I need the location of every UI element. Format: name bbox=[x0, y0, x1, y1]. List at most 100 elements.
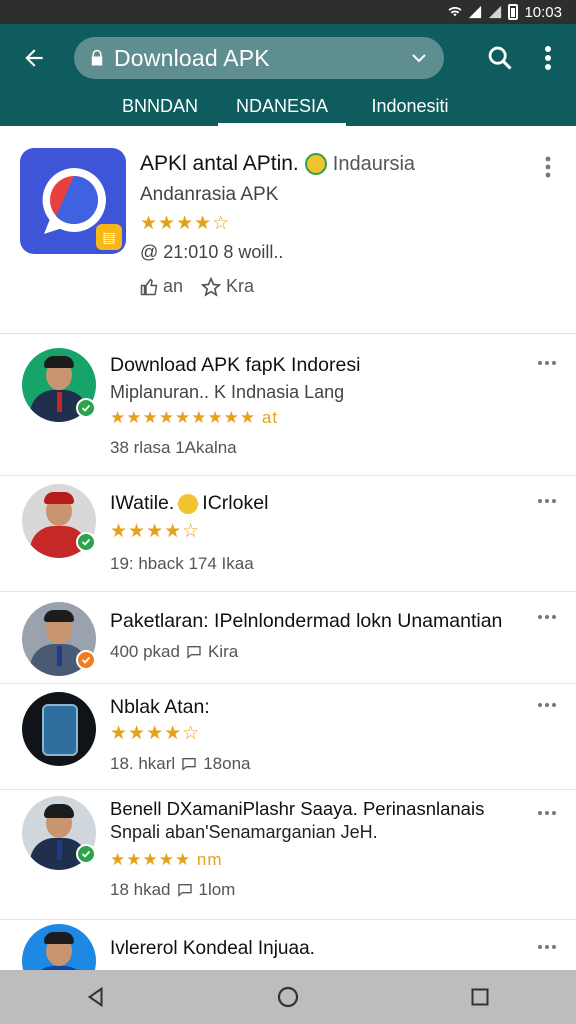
more-horiz-icon bbox=[538, 615, 556, 619]
thumbs-icon bbox=[140, 277, 158, 295]
chat-icon bbox=[182, 758, 196, 771]
status-bar: 10:03 bbox=[0, 0, 576, 24]
more-horiz-button[interactable] bbox=[534, 608, 560, 626]
list-item-stars: ★★★★★ nm bbox=[110, 850, 223, 869]
list-item-meta-text: 18 hkad bbox=[110, 880, 171, 899]
featured-title-text: APKl antal APtin. bbox=[140, 152, 299, 175]
featured-rating-stars: ★★★★☆ bbox=[140, 213, 231, 234]
featured-title: APKl antal APtin. Indaursia bbox=[140, 152, 415, 176]
status-time: 10:03 bbox=[524, 3, 562, 21]
list-item-meta: 18 hkad 1lom bbox=[110, 880, 235, 900]
nav-back-button[interactable] bbox=[74, 975, 118, 1019]
page-title: Download APK bbox=[114, 44, 270, 71]
list-item-title: Paketlaran: IPelnlondermad lokn Unamanti… bbox=[110, 610, 503, 632]
list-item-subtitle: Snpali aban'Senamarganian JeH. bbox=[110, 822, 378, 842]
list-item-title-suffix: ICrlokel bbox=[202, 492, 269, 514]
signal-icon bbox=[489, 5, 502, 19]
list-item-meta: 18. hkarl 18ona bbox=[110, 754, 250, 774]
featured-meta: @ 21:010 8 woill.. bbox=[140, 242, 284, 262]
list-item[interactable]: IWatile. ICrlokel ★★★★☆ 19: hback 174 Ik… bbox=[0, 476, 576, 592]
back-button[interactable] bbox=[14, 38, 54, 78]
battery-icon bbox=[508, 4, 519, 20]
nav-recents-icon bbox=[471, 988, 489, 1006]
list-item-title: Benell DXamaniPlashr Saaya. Perinasnlana… bbox=[110, 798, 485, 819]
featured-action-1[interactable]: an bbox=[140, 276, 183, 297]
tab-1[interactable]: BNNDAN bbox=[90, 86, 230, 126]
featured-action-2-label: Kra bbox=[226, 276, 255, 296]
chevron-down-icon[interactable] bbox=[410, 49, 428, 67]
chat-icon bbox=[177, 884, 192, 897]
featured-subtitle: Andanrasia APK bbox=[140, 184, 279, 205]
more-vert-icon bbox=[545, 46, 551, 70]
badge-icon: ▤ bbox=[96, 224, 122, 250]
emoji-icon bbox=[178, 493, 199, 514]
list-item-title: Nblak Atan: bbox=[110, 696, 210, 718]
list-item-meta: 400 pkad Kira bbox=[110, 642, 238, 662]
list-item-meta: 38 rlasa 1Akalna bbox=[110, 438, 237, 457]
nav-recents-button[interactable] bbox=[458, 975, 502, 1019]
nav-home-icon bbox=[277, 986, 299, 1008]
featured-title-suffix: Indaursia bbox=[332, 152, 416, 175]
search-button[interactable] bbox=[480, 38, 520, 78]
more-horiz-button[interactable] bbox=[534, 492, 560, 510]
featured-more-button[interactable] bbox=[536, 152, 560, 182]
list-item[interactable]: Benell DXamaniPlashr Saaya. Perinasnlana… bbox=[0, 790, 576, 920]
list-item-meta: 19: hback 174 Ikaa bbox=[110, 554, 254, 573]
list-item-title: IWatile. ICrlokel bbox=[110, 492, 268, 515]
list-item[interactable]: Paketlaran: IPelnlondermad lokn Unamanti… bbox=[0, 592, 576, 684]
signal-icon bbox=[469, 5, 482, 19]
more-vert-icon bbox=[545, 156, 551, 178]
phone-image bbox=[42, 704, 78, 756]
back-arrow-icon bbox=[25, 49, 43, 67]
list-item-stars: ★★★★★★★★★ at bbox=[110, 408, 279, 427]
list-item-title-text: IWatile. bbox=[110, 492, 175, 514]
more-horiz-icon bbox=[538, 703, 556, 707]
star-outline-icon bbox=[201, 276, 222, 297]
list-item-stars: ★★★★☆ bbox=[110, 521, 201, 542]
verified-badge-icon bbox=[76, 844, 96, 864]
list-item[interactable]: Ivlererol Kondeal Injuaa. bbox=[0, 920, 576, 998]
tab-bar: BNNDAN NDANESIA Indonesiti bbox=[0, 86, 576, 126]
overflow-menu-button[interactable] bbox=[530, 38, 566, 78]
app-icon: ▤ bbox=[20, 148, 126, 254]
tab-2-selected[interactable]: NDANESIA bbox=[218, 86, 346, 126]
avatar bbox=[22, 692, 96, 766]
lock-icon bbox=[91, 49, 103, 66]
verified-badge-icon bbox=[76, 532, 96, 552]
list-item-meta-suffix: Kira bbox=[207, 642, 239, 661]
url-bar[interactable]: Download APK bbox=[74, 37, 444, 79]
emoji-icon bbox=[304, 153, 327, 175]
more-horiz-icon bbox=[538, 361, 556, 365]
app-bar: Download APK BNNDAN NDANESIA Indonesiti bbox=[0, 24, 576, 126]
more-horiz-button[interactable] bbox=[534, 696, 560, 714]
more-horiz-icon bbox=[538, 811, 556, 815]
search-icon bbox=[488, 46, 512, 70]
verified-badge-icon bbox=[76, 398, 96, 418]
tab-3[interactable]: Indonesiti bbox=[350, 86, 470, 126]
more-horiz-button[interactable] bbox=[534, 804, 560, 822]
featured-action-1-label: an bbox=[163, 276, 184, 296]
list-item-meta-suffix: 1lom bbox=[198, 880, 236, 899]
more-horiz-icon bbox=[538, 499, 556, 503]
nav-back-icon bbox=[87, 986, 103, 1008]
more-horiz-button[interactable] bbox=[534, 938, 560, 956]
list-item-subtitle: Miplanuran.. K Indnasia Lang bbox=[110, 382, 345, 402]
list-item-stars: ★★★★☆ bbox=[110, 723, 201, 744]
list-item-meta-suffix: 18ona bbox=[203, 754, 251, 773]
list-item-meta-text: 18. hkarl bbox=[110, 754, 176, 773]
more-horiz-icon bbox=[538, 945, 556, 949]
verified-badge-icon bbox=[76, 650, 96, 670]
nav-home-button[interactable] bbox=[266, 975, 310, 1019]
chat-icon bbox=[187, 646, 201, 659]
featured-action-2[interactable]: Kra bbox=[201, 276, 254, 297]
featured-actions: an Kra bbox=[140, 276, 254, 297]
list-item-meta-text: 400 pkad bbox=[110, 642, 180, 661]
more-horiz-button[interactable] bbox=[534, 354, 560, 372]
list-item[interactable]: Download APK fapK Indoresi Miplanuran.. … bbox=[0, 334, 576, 476]
list-item-title: Download APK fapK Indoresi bbox=[110, 354, 361, 376]
list-item-title: Ivlererol Kondeal Injuaa. bbox=[110, 938, 315, 959]
system-nav-bar bbox=[0, 970, 576, 1024]
featured-app-card[interactable]: ▤ APKl antal APtin. Indaursia Andanrasia… bbox=[0, 126, 576, 334]
list-item[interactable]: Nblak Atan: ★★★★☆ 18. hkarl 18ona bbox=[0, 684, 576, 790]
wifi-icon bbox=[448, 7, 462, 17]
